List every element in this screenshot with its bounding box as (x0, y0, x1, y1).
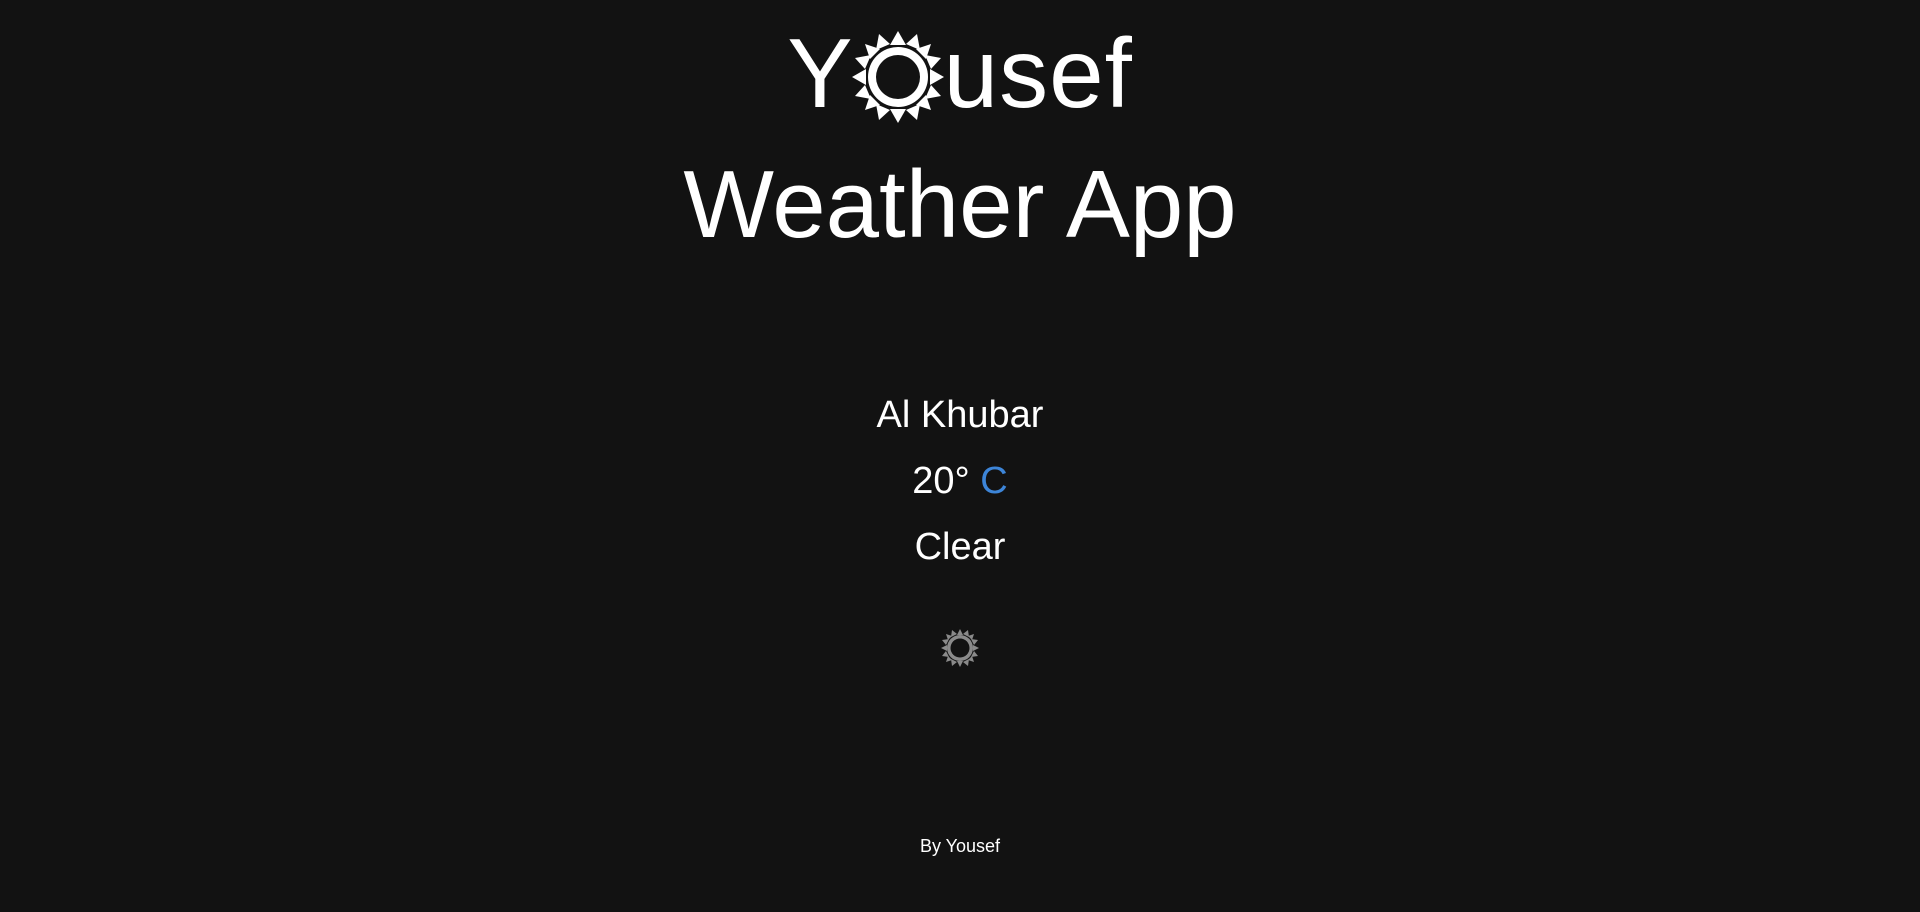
unit-toggle[interactable]: C (980, 460, 1007, 502)
brand-prefix: Y (787, 18, 854, 128)
weather-condition: Clear (914, 526, 1006, 568)
sun-icon (850, 29, 946, 125)
sun-icon (940, 628, 980, 668)
brand-logo: Y usef (0, 18, 1920, 128)
temperature-value: 20° (912, 460, 970, 502)
weather-panel: Al Khubar 20° C Clear (0, 388, 1920, 574)
app-title: Weather App (683, 151, 1237, 258)
city-name: Al Khubar (876, 394, 1044, 436)
footer-credit: By Yousef (919, 836, 1001, 856)
brand-suffix: usef (943, 18, 1133, 128)
temperature-display: 20° C (0, 454, 1920, 508)
weather-app-page: Y usef Weather App Al Khubar 20° C Clear… (0, 0, 1920, 912)
